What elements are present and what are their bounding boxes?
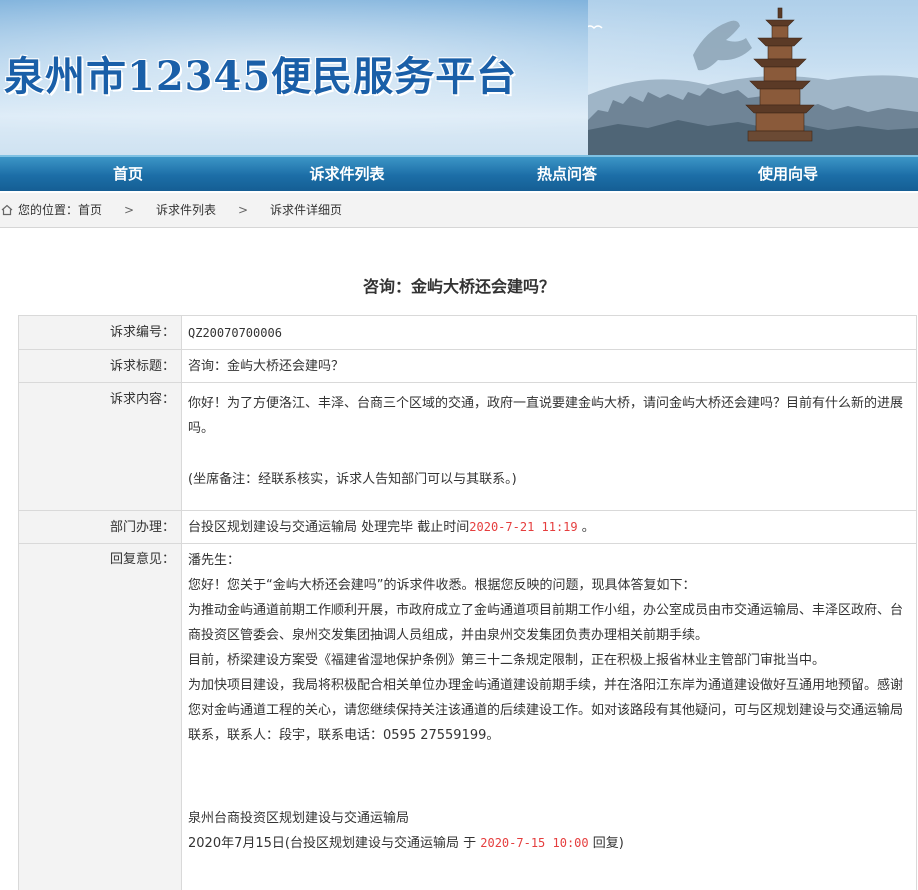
nav-hot-qa[interactable]: 热点问答 — [507, 157, 627, 191]
row-subject: 诉求标题： 咨询：金屿大桥还会建吗？ — [19, 350, 916, 383]
breadcrumb-current: 诉求件详细页 — [270, 203, 343, 217]
row-reply: 回复意见： 潘先生： 您好！您关于“金屿大桥还会建吗”的诉求件收悉。根据您反映的… — [19, 544, 916, 890]
breadcrumb-separator: > — [238, 203, 249, 217]
reply-label: 回复意见： — [19, 544, 182, 890]
subject-label: 诉求标题： — [19, 350, 182, 382]
dept-status-text: 台投区规划建设与交通运输局 处理完毕 截止时间 — [188, 520, 470, 535]
reply-value: 潘先生： 您好！您关于“金屿大桥还会建吗”的诉求件收悉。根据您反映的问题，现具体… — [188, 548, 908, 856]
breadcrumb-home-link[interactable]: 首页 — [78, 193, 102, 227]
content-value: 你好！为了方便洛江、丰泽、台商三个区域的交通，政府一直说要建金屿大桥，请问金屿大… — [188, 391, 908, 492]
dept-deadline: 2020-7-21 11:19 — [469, 520, 578, 534]
reply-line: 潘先生： — [188, 553, 241, 568]
dept-label: 部门办理： — [19, 511, 182, 543]
home-icon — [1, 204, 13, 216]
dept-suffix: 。 — [581, 520, 595, 535]
reply-signature: 泉州台商投资区规划建设与交通运输局 — [188, 811, 410, 826]
reply-line: 您好！您关于“金屿大桥还会建吗”的诉求件收悉。根据您反映的问题，现具体答复如下： — [188, 578, 696, 593]
number-value: QZ20070700006 — [188, 326, 282, 340]
row-content: 诉求内容： 你好！为了方便洛江、丰泽、台商三个区域的交通，政府一直说要建金屿大桥… — [19, 383, 916, 511]
row-department: 部门办理： 台投区规划建设与交通运输局 处理完毕 截止时间2020-7-21 1… — [19, 511, 916, 544]
content-label: 诉求内容： — [19, 383, 182, 510]
breadcrumb-list-link[interactable]: 诉求件列表 — [156, 193, 216, 227]
breadcrumb-prefix: 您的位置： — [18, 203, 79, 217]
row-number: 诉求编号： QZ20070700006 — [19, 316, 916, 350]
reply-date: 2020年7月15日(台投区规划建设与交通运输局 于 2020-7-15 10:… — [188, 831, 908, 856]
content-text: 你好！为了方便洛江、丰泽、台商三个区域的交通，政府一直说要建金屿大桥，请问金屿大… — [188, 396, 904, 436]
city-pagoda-illustration — [588, 0, 918, 155]
reply-time: 2020-7-15 10:00 — [480, 836, 589, 850]
site-title: 泉州市12345便民服务平台 — [4, 53, 518, 100]
reply-line: 为推动金屿通道前期工作顺利开展，市政府成立了金屿通道项目前期工作小组，办公室成员… — [188, 603, 904, 643]
page-title: 咨询：金屿大桥还会建吗？ — [362, 277, 555, 296]
header-banner: 泉州市12345便民服务平台 — [0, 0, 918, 155]
content-note: (坐席备注：经联系核实，诉求人告知部门可以与其联系。) — [188, 472, 517, 487]
subject-value: 咨询：金屿大桥还会建吗？ — [188, 359, 345, 374]
main-nav: 首页 诉求件列表 热点问答 使用向导 — [0, 155, 918, 191]
nav-request-list[interactable]: 诉求件列表 — [287, 157, 407, 191]
nav-usage-guide[interactable]: 使用向导 — [728, 157, 848, 191]
nav-home[interactable]: 首页 — [68, 157, 188, 191]
reply-line: 为加快项目建设，我局将积极配合相关单位办理金屿通道建设前期手续，并在洛阳江东岸为… — [188, 678, 904, 743]
reply-line: 目前，桥梁建设方案受《福建省湿地保护条例》第三十二条规定限制，正在积极上报省林业… — [188, 653, 826, 668]
reply-date-suffix: 回复) — [592, 836, 624, 851]
detail-table: 诉求编号： QZ20070700006 诉求标题： 咨询：金屿大桥还会建吗？ 诉… — [18, 315, 917, 890]
breadcrumb-separator: > — [124, 203, 135, 217]
number-label: 诉求编号： — [19, 316, 182, 349]
reply-date-prefix: 2020年7月15日(台投区规划建设与交通运输局 于 — [188, 836, 477, 851]
breadcrumb: 您的位置： 首页 > 诉求件列表 > 诉求件详细页 — [0, 193, 918, 228]
dept-value: 台投区规划建设与交通运输局 处理完毕 截止时间2020-7-21 11:19 。 — [188, 511, 908, 544]
